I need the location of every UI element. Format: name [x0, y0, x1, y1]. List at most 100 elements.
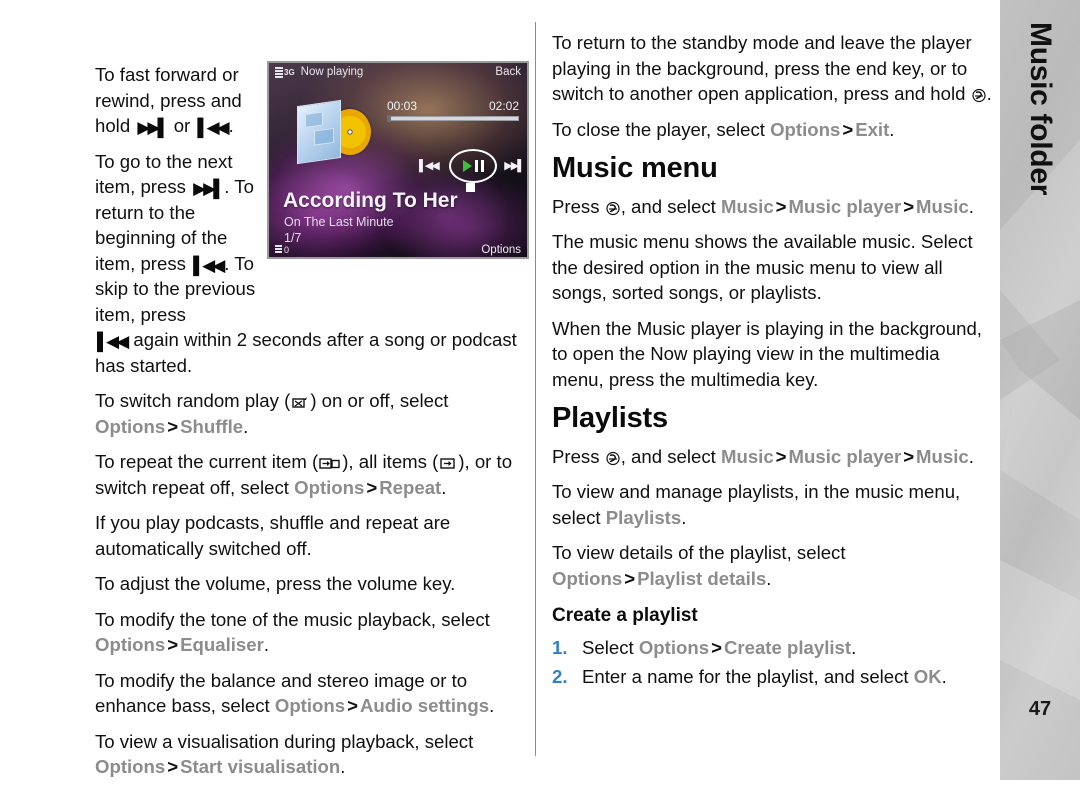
stop-icon	[466, 183, 475, 192]
phone-status-bar: 3G Now playing Back	[269, 63, 527, 81]
step-number: 2.	[552, 666, 568, 687]
paragraph-music-menu-desc: The music menu shows the available music…	[552, 231, 973, 303]
text-run: ), all items (	[342, 451, 439, 472]
volume-level: 0	[284, 245, 290, 255]
heading-music-menu: Music menu	[552, 152, 718, 184]
manual-page: Music folder 47 To fast forward or rewin…	[0, 0, 1080, 780]
pause-icon	[474, 160, 484, 172]
separator-gt: >	[903, 195, 915, 217]
text-run: To modify the tone of the music playback…	[95, 608, 490, 630]
album-art-icon	[291, 99, 371, 165]
cd-case-icon	[297, 99, 341, 165]
paragraph-close-player: To close the player, select Options > Exit…	[552, 117, 992, 143]
text-run: .	[986, 83, 992, 104]
separator-gt: >	[624, 567, 636, 589]
fast-forward-icon: ▶▶▌	[137, 118, 169, 137]
text-run: , and select	[620, 195, 721, 217]
separator-gt: >	[167, 415, 179, 437]
separator-gt: >	[167, 756, 179, 777]
previous-track-icon: ▌◀◀	[419, 160, 440, 172]
step-number: 1.	[552, 636, 568, 658]
text-run: .	[263, 634, 269, 655]
text-run: or	[168, 115, 196, 136]
shuffle-icon	[292, 397, 308, 408]
menu-key-icon	[972, 88, 986, 103]
text-run: .	[243, 415, 249, 437]
text-run: ) on or off, select	[310, 390, 449, 411]
text-run: .	[851, 636, 857, 658]
phone-softkey-bar: 0 Options	[269, 244, 527, 256]
ui-music-2: Music	[916, 195, 969, 217]
subheading-create-playlist: Create a playlist	[552, 605, 698, 626]
progress-bar	[387, 116, 519, 121]
track-album: On The Last Minute	[284, 215, 394, 229]
text-run: To view a visualisation during playback,…	[95, 730, 474, 752]
heading-playlists: Playlists	[552, 402, 668, 434]
paragraph-volume: To adjust the volume, press the volume k…	[95, 573, 456, 594]
ui-audio-settings: Audio settings	[359, 695, 490, 716]
ui-start-visualisation: Start visualisation	[180, 756, 341, 777]
paragraph-background-playing: When the Music player is playing in the …	[552, 317, 982, 390]
ui-options: Options	[294, 476, 365, 498]
ui-playlist-details: Playlist details	[637, 567, 767, 589]
rewind-icon: ▌◀◀	[197, 118, 229, 137]
playback-time-row: 00:03 02:02	[387, 99, 519, 113]
text-run: .	[889, 118, 895, 140]
ui-music-2: Music	[916, 445, 969, 467]
paragraph-podcasts: If you play podcasts, shuffle and repeat…	[95, 512, 451, 559]
ui-options: Options	[95, 756, 166, 777]
text-run: Press	[552, 445, 605, 467]
list-item: 2. Enter a name for the playlist, and sel…	[552, 664, 992, 690]
track-index: 1/7	[284, 231, 302, 245]
ui-music-player: Music player	[788, 195, 902, 217]
next-track-icon: ▶▶▌	[504, 160, 525, 172]
next-icon: ▶▶▌	[193, 179, 225, 198]
separator-gt: >	[903, 445, 915, 467]
track-title: According To Her	[283, 189, 458, 212]
column-divider	[535, 22, 536, 756]
softkey-back: Back	[495, 66, 521, 78]
text-run: .	[681, 506, 687, 528]
progress-knob	[387, 115, 391, 122]
list-item: 1. Select Options > Create playlist.	[552, 635, 992, 661]
side-tab-strip: Music folder	[1000, 0, 1080, 780]
separator-gt: >	[711, 636, 722, 658]
text-run: .	[766, 567, 772, 589]
separator-gt: >	[347, 695, 358, 716]
paragraph-press-menu-music: Press , and select Music > Music player > Mu…	[552, 194, 992, 220]
elapsed-time: 00:03	[387, 99, 418, 113]
signal-strength-icon	[275, 66, 283, 78]
text-run: To return to the standby mode and leave …	[552, 32, 972, 104]
ui-options: Options	[552, 567, 623, 589]
ui-ok: OK	[913, 666, 942, 687]
right-column: To return to the standby mode and leave …	[552, 30, 992, 694]
previous-icon: ▌◀◀	[193, 255, 225, 275]
previous-icon-2: ▌◀◀	[97, 332, 129, 351]
create-playlist-steps: 1. Select Options > Create playlist. 2. Ente…	[552, 635, 992, 690]
ui-options: Options	[638, 636, 710, 658]
text-run: .	[228, 115, 234, 136]
separator-gt: >	[167, 634, 179, 655]
phone-screen-title: Now playing	[300, 66, 364, 78]
text-run: again within 2 seconds after a song or p…	[95, 329, 517, 376]
phone-screenshot-figure: 3G Now playing Back 00:03 02:02 ▌◀◀ ▶▶▌ …	[267, 61, 529, 259]
separator-gt: >	[842, 118, 854, 140]
paragraph-next-previous-cont: ▌◀◀ again within 2 seconds after a song …	[95, 327, 527, 378]
network-type-label: 3G	[284, 67, 295, 77]
text-run: .	[489, 695, 495, 716]
paragraph-equaliser: To modify the tone of the music playback…	[95, 607, 527, 658]
paragraph-playlist-details: To view details of the playlist, select …	[552, 540, 992, 591]
paragraph-audio-settings: To modify the balance and stereo image o…	[95, 668, 527, 719]
text-run: To switch random play (	[95, 390, 291, 411]
page-number: 47	[1028, 698, 1052, 720]
ui-options: Options	[95, 634, 166, 655]
paragraph-shuffle: To switch random play ( ) on or off, sele…	[95, 388, 527, 439]
repeat-one-icon	[319, 458, 340, 469]
volume-bars-icon	[275, 245, 282, 255]
ui-playlists: Playlists	[605, 506, 682, 528]
paragraph-press-menu-music-2: Press , and select Music > Music player > Mu…	[552, 444, 992, 470]
paragraph-repeat: To repeat the current item (), all items…	[95, 449, 527, 500]
text-run: To view details of the playlist, select	[552, 542, 846, 563]
text-run: Press	[552, 195, 605, 217]
volume-indicator: 0	[275, 245, 289, 255]
